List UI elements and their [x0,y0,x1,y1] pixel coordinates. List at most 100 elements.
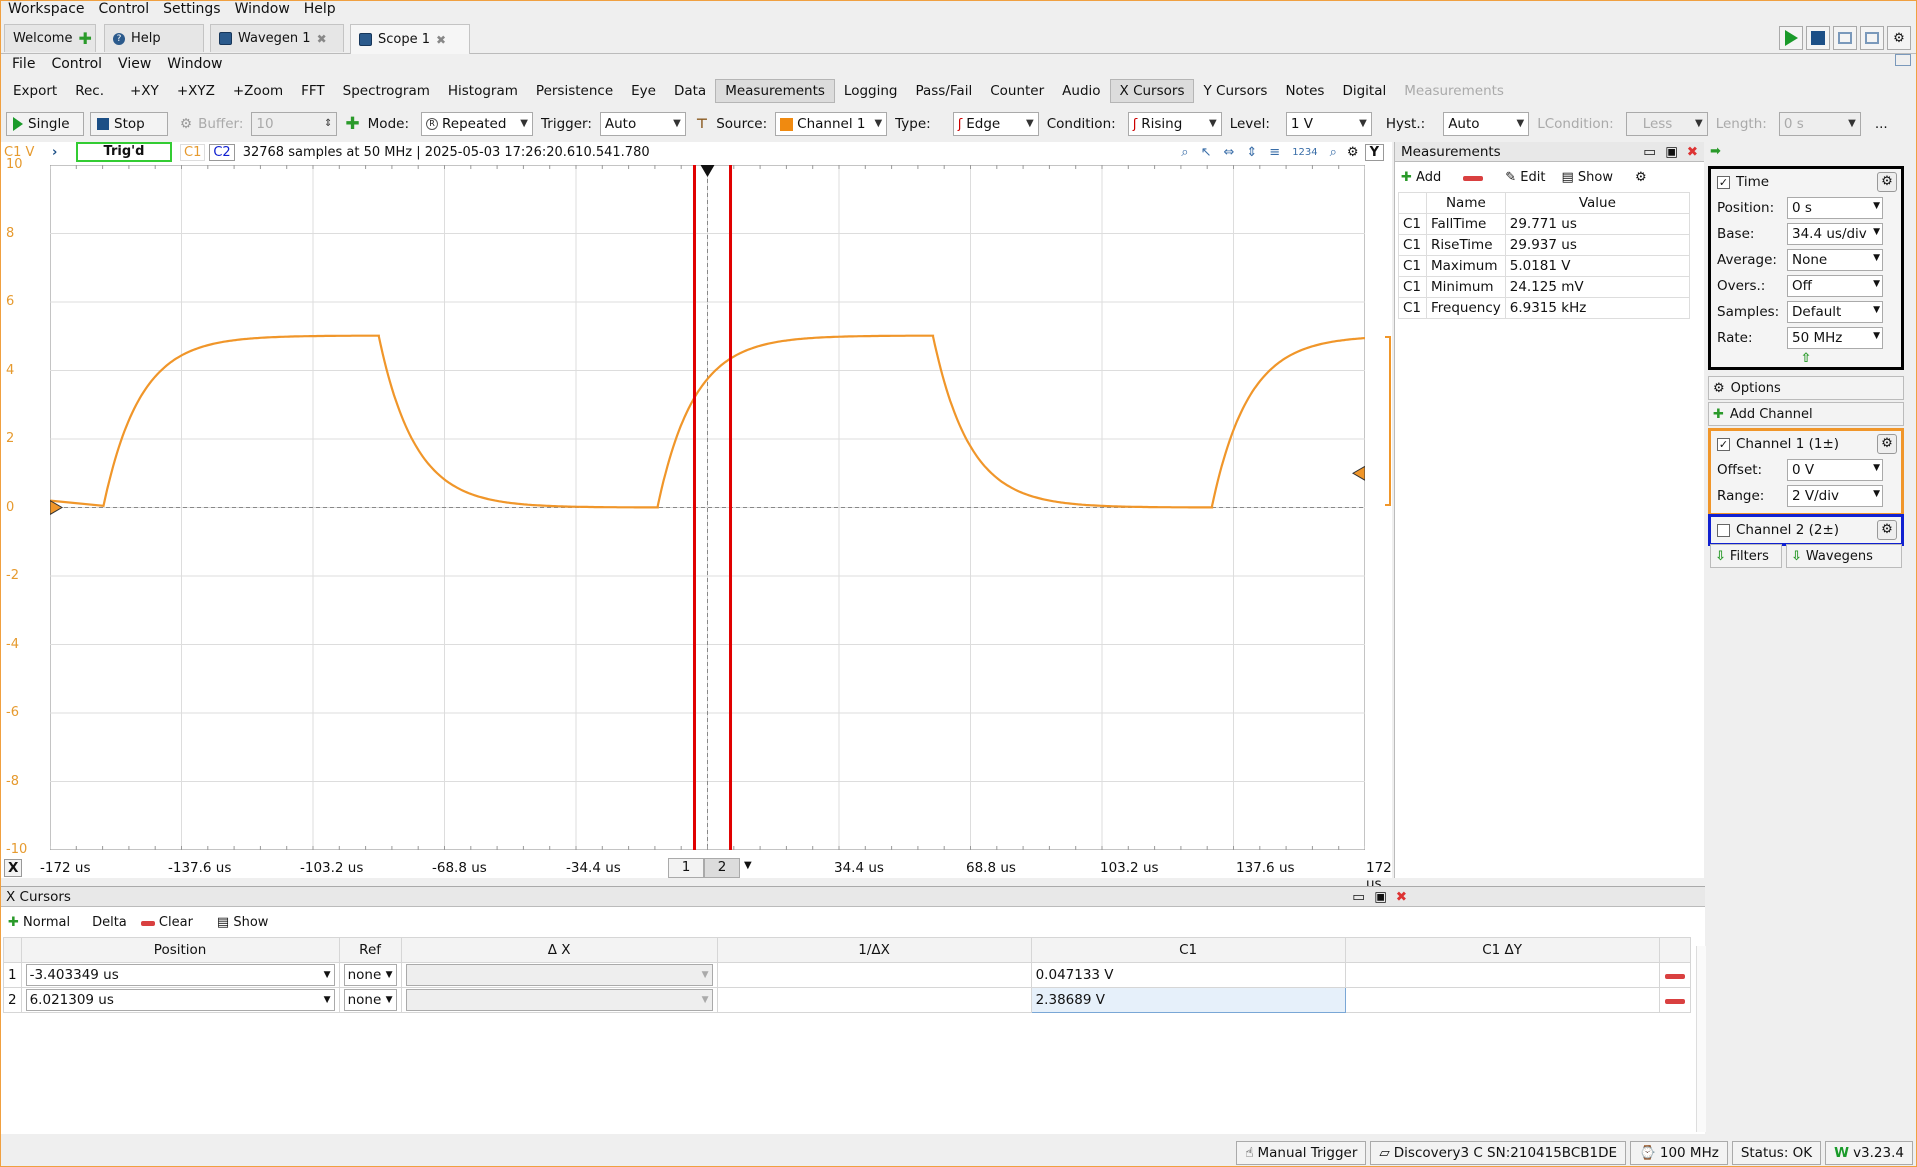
measurement-row[interactable]: C1 Minimum 24.125 mV [1398,276,1691,298]
maximize-icon[interactable]: ▣ [1665,144,1678,160]
offset-select[interactable]: 0 V ▼ [1787,459,1883,481]
stop-button[interactable]: Stop [90,112,168,136]
plus-icon[interactable]: ✚ [345,114,359,134]
toolbar-rec[interactable]: Rec. [66,79,113,103]
toolbar-measurements[interactable]: Measurements [715,79,835,103]
device-button[interactable]: ▱ Discovery3 C SN:210415BCB1DE [1370,1140,1627,1165]
mode-select[interactable]: R Repeated ▼ [421,112,533,136]
undock-icon[interactable]: ▭ [1643,144,1656,160]
layout-button-2[interactable] [1860,26,1884,50]
tab-welcome[interactable]: Welcome ✚ [4,24,96,52]
time-setting-select[interactable]: 0 s ▼ [1787,197,1883,219]
menu-workspace[interactable]: Workspace [8,1,85,17]
x-axis-button[interactable]: X [4,859,23,877]
dock-icon[interactable] [1895,54,1911,70]
toolbar-histogram[interactable]: Histogram [439,79,527,103]
gear-icon[interactable]: ⚙ [1347,145,1359,160]
toolbar-spectrogram[interactable]: Spectrogram [334,79,439,103]
c2-toggle[interactable]: C2 [209,143,235,161]
add-normal-cursor-button[interactable]: ✚ Normal [8,915,70,930]
toolbar-zoom[interactable]: +Zoom [224,79,292,103]
scale-icon[interactable]: ≡ [1269,145,1280,160]
menu-window2[interactable]: Window [167,56,222,72]
gear-icon[interactable]: ⚙ [1877,172,1897,192]
menu-control[interactable]: Control [99,1,150,17]
toolbar-notes[interactable]: Notes [1276,79,1333,103]
type-select[interactable]: ʃ Edge ▼ [952,112,1039,136]
version-button[interactable]: Wv3.23.4 [1825,1140,1913,1165]
channel1-checkbox[interactable]: ✓ [1717,437,1730,451]
gear-icon[interactable]: ⚙ [1877,520,1897,540]
measurement-row[interactable]: C1 FallTime 29.771 us [1398,213,1691,235]
menu-view[interactable]: View [118,56,151,72]
remove-measurement-button[interactable] [1463,170,1484,185]
measurement-row[interactable]: C1 RiseTime 29.937 us [1398,234,1691,256]
time-checkbox[interactable]: ✓ [1717,175,1730,189]
menu-help[interactable]: Help [304,1,336,17]
toolbar-digital[interactable]: Digital [1333,79,1395,103]
tab-wavegen[interactable]: Wavegen 1 ✖ [210,24,344,52]
time-setting-select[interactable]: Off ▼ [1787,275,1883,297]
close-icon[interactable]: ✖ [317,32,327,46]
up-arrow-icon[interactable]: ⇧ [1711,351,1901,367]
cursor-position-input[interactable]: 6.021309 us ▼ [25,989,335,1011]
toolbar-logging[interactable]: Logging [835,79,907,103]
xcursors-scrollbar[interactable] [1696,946,1706,1132]
cursor-ref-select[interactable]: none ▼ [343,989,397,1011]
toolbar-xcursors[interactable]: X Cursors [1109,79,1195,103]
single-button[interactable]: Single [6,112,84,136]
manual-trigger-button[interactable]: ☝ Manual Trigger [1236,1140,1367,1165]
condition-select[interactable]: ʃ Rising ▼ [1127,112,1222,136]
wavegens-button[interactable]: ⇩ Wavegens [1786,544,1902,568]
clear-cursors-button[interactable]: Clear [140,915,193,930]
remove-cursor-button[interactable] [1664,999,1685,1004]
source-select[interactable]: Channel 1 ▼ [775,112,888,136]
show-measurement-button[interactable]: ▤ Show [1561,170,1613,185]
level-select[interactable]: 1 V ▼ [1285,112,1372,136]
toolbar-passfail[interactable]: Pass/Fail [906,79,981,103]
options-button[interactable]: ⚙ Options [1708,376,1904,400]
time-setting-select[interactable]: None ▼ [1787,249,1883,271]
measurement-row[interactable]: C1 Maximum 5.0181 V [1398,255,1691,277]
time-setting-select[interactable]: 34.4 us/div ▼ [1787,223,1883,245]
cursor-ref-select[interactable]: none ▼ [343,964,397,986]
remove-cursor-button[interactable] [1664,974,1685,979]
menu-file[interactable]: File [12,56,35,72]
close-icon[interactable]: ✖ [1687,144,1698,160]
add-delta-cursor-button[interactable]: Delta [92,915,127,930]
toolbar-xyz[interactable]: +XYZ [168,79,224,103]
toolbar-fft[interactable]: FFT [292,79,334,103]
toolbar-data[interactable]: Data [665,79,715,103]
channel2-checkbox[interactable] [1717,523,1730,537]
range-select[interactable]: 2 V/div ▼ [1787,485,1883,507]
cursor-position-input[interactable]: -3.403349 us ▼ [25,964,335,986]
add-measurement-button[interactable]: ✚ Add [1401,170,1441,185]
waveform-grid[interactable] [50,165,1365,850]
gear-icon[interactable]: ⚙ [180,116,192,132]
stop-all-button[interactable] [1806,26,1830,50]
time-setting-select[interactable]: Default ▼ [1787,301,1883,323]
menu-control2[interactable]: Control [51,56,102,72]
toolbar-audio[interactable]: Audio [1053,79,1109,103]
c1-toggle[interactable]: C1 [180,143,206,161]
y-axis-button[interactable]: Y [1364,143,1384,161]
add-channel-button[interactable]: ✚ Add Channel [1708,402,1904,426]
cursor-tab-1[interactable]: 1 [668,858,704,878]
zoom-fit-icon[interactable]: ⌕ [1330,145,1337,160]
numbers-icon[interactable]: 1234 [1292,147,1317,158]
fit-horizontal-icon[interactable]: ⇔ [1223,145,1234,160]
undock-icon[interactable]: ▭ [1352,889,1365,905]
pan-icon[interactable]: ↖ [1201,145,1212,160]
filters-button[interactable]: ⇩ Filters [1710,544,1782,568]
toolbar-counter[interactable]: Counter [981,79,1053,103]
toolbar-ycursors[interactable]: Y Cursors [1194,79,1276,103]
cursor-tab-2[interactable]: 2 [704,858,740,878]
chevron-down-icon[interactable]: ▼ [744,860,752,871]
zoom-icon[interactable]: ⌕ [1181,145,1188,160]
toolbar-export[interactable]: Export [4,79,66,103]
show-cursors-button[interactable]: ▤ Show [217,915,269,930]
close-icon[interactable]: ✖ [1396,889,1407,905]
toolbar-eye[interactable]: Eye [622,79,665,103]
toolbar-persistence[interactable]: Persistence [527,79,622,103]
clock-button[interactable]: ⌚ 100 MHz [1630,1140,1728,1165]
